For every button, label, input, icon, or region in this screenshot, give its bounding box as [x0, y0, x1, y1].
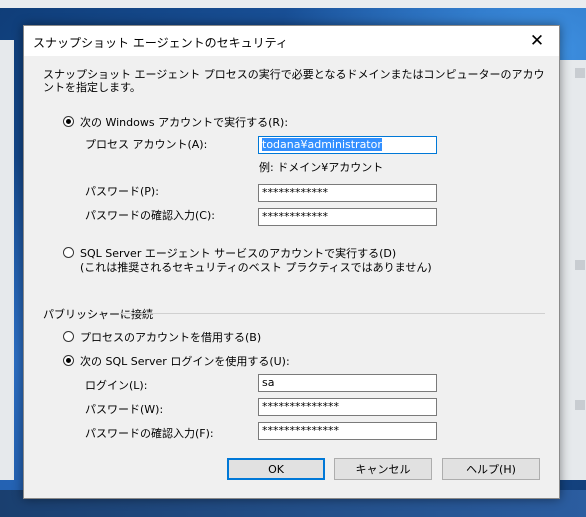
process-account-input[interactable]: todana¥administrator	[258, 136, 437, 154]
title-bar: スナップショット エージェントのセキュリティ ✕	[24, 26, 559, 56]
background-window-left	[0, 40, 14, 480]
process-confirm-value: ************	[262, 210, 328, 223]
security-dialog: スナップショット エージェントのセキュリティ ✕ スナップショット エージェント…	[23, 25, 560, 499]
background-window-right	[558, 60, 586, 480]
help-button[interactable]: ヘルプ(H)	[442, 458, 540, 480]
publisher-password-input[interactable]: **************	[258, 398, 437, 416]
process-account-value: todana¥administrator	[262, 138, 382, 151]
publisher-password-label: パスワード(W):	[85, 403, 164, 416]
dialog-title: スナップショット エージェントのセキュリティ	[33, 36, 288, 50]
ok-button[interactable]: OK	[227, 458, 325, 480]
background-scroll-mark	[575, 400, 585, 410]
login-input[interactable]: sa	[258, 374, 437, 392]
login-value: sa	[262, 376, 275, 389]
impersonate-label[interactable]: プロセスのアカウントを借用する(B)	[80, 329, 261, 345]
close-button[interactable]: ✕	[515, 26, 559, 56]
windows-account-radio[interactable]	[63, 116, 74, 127]
publisher-confirm-label: パスワードの確認入力(F):	[85, 427, 214, 440]
cancel-button[interactable]: キャンセル	[334, 458, 432, 480]
help-button-label: ヘルプ(H)	[466, 463, 516, 476]
sql-login-label[interactable]: 次の SQL Server ログインを使用する(U):	[80, 353, 290, 369]
publisher-confirm-value: **************	[262, 424, 339, 437]
windows-account-label[interactable]: 次の Windows アカウントで実行する(R):	[80, 114, 288, 130]
group-divider	[120, 313, 545, 314]
publisher-password-value: **************	[262, 400, 339, 413]
sqlagent-account-radio[interactable]	[63, 247, 74, 258]
process-password-input[interactable]: ************	[258, 184, 437, 202]
cancel-button-label: キャンセル	[355, 463, 411, 476]
process-account-label: プロセス アカウント(A):	[85, 138, 208, 151]
impersonate-radio[interactable]	[63, 331, 74, 342]
process-confirm-input[interactable]: ************	[258, 208, 437, 226]
background-window-edge	[0, 0, 586, 8]
ok-button-label: OK	[268, 462, 284, 476]
login-label: ログイン(L):	[85, 379, 148, 392]
account-example-text: 例: ドメイン¥アカウント	[259, 161, 384, 174]
sqlagent-option-note: (これは推奨されるセキュリティのベスト プラクティスではありません)	[80, 261, 432, 274]
sql-login-radio[interactable]	[63, 355, 74, 366]
background-scroll-mark	[575, 68, 585, 78]
dialog-description: スナップショット エージェント プロセスの実行で必要となるドメインまたはコンピュ…	[43, 68, 545, 94]
publisher-confirm-input[interactable]: **************	[258, 422, 437, 440]
background-scroll-mark	[575, 260, 585, 270]
process-password-label: パスワード(P):	[85, 185, 159, 198]
publisher-group-label: パブリッシャーに接続	[43, 308, 153, 321]
close-icon: ✕	[529, 31, 545, 51]
process-confirm-label: パスワードの確認入力(C):	[85, 209, 215, 222]
process-password-value: ************	[262, 186, 328, 199]
